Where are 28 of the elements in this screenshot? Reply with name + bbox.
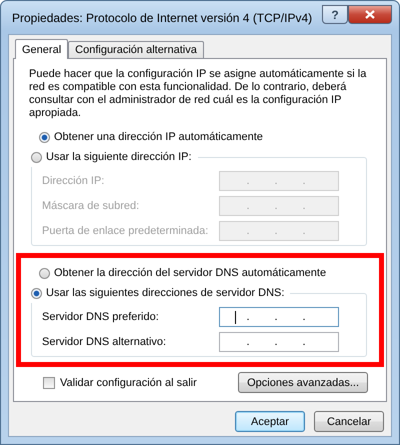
radio-button[interactable] bbox=[31, 152, 42, 162]
description-text: Puede hacer que la configuración IP se asigne automáticamente si la red es compatible con esta funcionalidad. De lo contrario, deberá consultar con el administrador de red cuál es la configuración IP apropiada. bbox=[29, 68, 368, 120]
radio-button[interactable] bbox=[31, 288, 42, 298]
radio-button[interactable] bbox=[39, 268, 50, 278]
field-label: Servidor DNS alternativo: bbox=[42, 336, 166, 348]
advanced-options-button[interactable]: Opciones avanzadas... bbox=[238, 372, 368, 393]
field-label: Máscara de subred: bbox=[42, 200, 140, 212]
dialog-button[interactable]: Cancelar bbox=[314, 411, 384, 432]
field-label: Puerta de enlace predeterminada: bbox=[42, 224, 208, 236]
checkbox-label: Validar configuración al salir bbox=[60, 376, 197, 388]
radio-label: Obtener la dirección del servidor DNS automáticamente bbox=[54, 267, 326, 279]
field-label: Dirección IP: bbox=[42, 174, 104, 186]
radio-label: Obtener una dirección IP automáticamente bbox=[54, 131, 263, 143]
window-title: Propiedades: Protocolo de Internet versión 4 (TCP/IPv4) bbox=[12, 10, 314, 24]
dialog-button[interactable]: Aceptar bbox=[235, 411, 305, 432]
help-button[interactable]: ? bbox=[322, 5, 348, 24]
text-cursor bbox=[235, 310, 236, 324]
radio-button[interactable] bbox=[39, 132, 50, 142]
tab[interactable]: Configuración alternativa bbox=[68, 41, 204, 59]
radio-label: Usar la siguiente dirección IP: bbox=[46, 151, 192, 163]
close-icon bbox=[365, 10, 375, 19]
field-label: Servidor DNS preferido: bbox=[42, 310, 159, 322]
tab[interactable]: General bbox=[15, 39, 68, 59]
ip-address-field[interactable]: . . . bbox=[219, 332, 339, 352]
radio-label: Usar las siguientes direcciones de servidor DNS: bbox=[46, 287, 284, 299]
close-button[interactable] bbox=[348, 5, 392, 24]
ip-address-field[interactable]: . . . bbox=[219, 306, 339, 326]
checkbox[interactable] bbox=[43, 376, 55, 388]
